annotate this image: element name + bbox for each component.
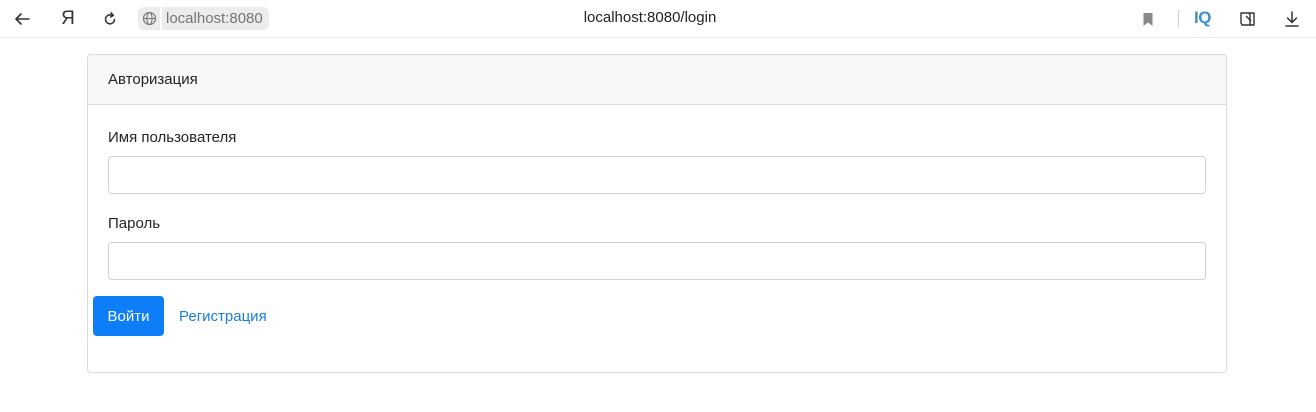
browser-toolbar: Я localhost:8080 localhost:8080/login IQ [0, 0, 1316, 38]
username-label: Имя пользователя [108, 129, 237, 146]
card-title: Авторизация [108, 71, 198, 88]
bookmark-icon[interactable] [1134, 5, 1162, 33]
toolbar-divider [1178, 10, 1179, 27]
login-button[interactable]: Войти [93, 296, 164, 336]
address-bar[interactable]: localhost:8080/login [0, 9, 1300, 26]
download-icon[interactable] [1278, 5, 1306, 33]
collections-icon[interactable] [1234, 5, 1262, 33]
login-card: Авторизация Имя пользователя Пароль Войт… [87, 54, 1227, 373]
register-link[interactable]: Регистрация [179, 308, 267, 325]
url-text: localhost:8080/login [583, 9, 717, 26]
username-input[interactable] [108, 156, 1206, 194]
iq-extension-icon[interactable]: IQ [1194, 8, 1211, 28]
password-input[interactable] [108, 242, 1206, 280]
card-header: Авторизация [88, 55, 1226, 105]
password-label: Пароль [108, 215, 161, 232]
